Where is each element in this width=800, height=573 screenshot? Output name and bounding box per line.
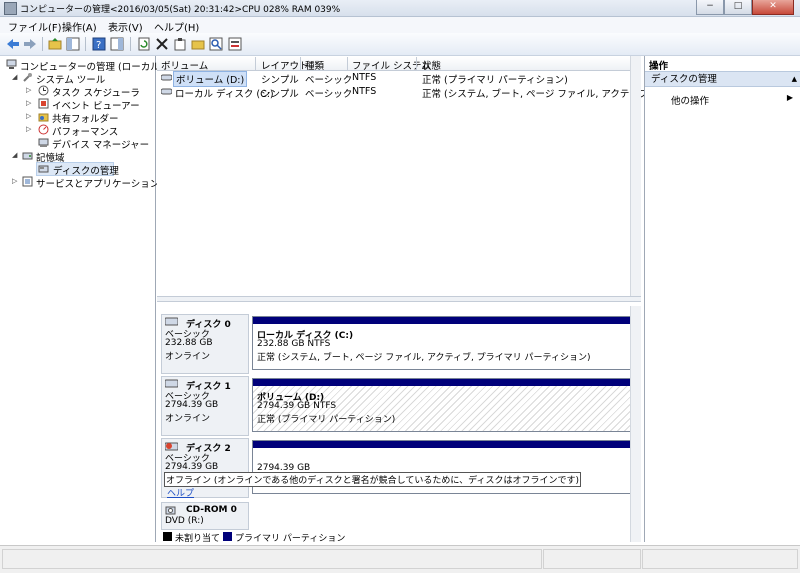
show-hide-tree-icon[interactable] xyxy=(66,37,80,51)
menu-view[interactable]: 表示(V) xyxy=(108,19,143,34)
help-link[interactable]: ヘルプ xyxy=(167,486,194,499)
disk-management-pane: ボリューム レイアウト 種類 ファイル システム 状態 ボリューム (D:) シ… xyxy=(157,56,701,544)
search-icon[interactable] xyxy=(209,37,223,51)
minimize-button[interactable]: − xyxy=(696,0,724,15)
menu-file[interactable]: ファイル(F) xyxy=(8,19,62,34)
window-title: コンピューターの管理<2016/03/05(Sat) 20:31:42>CPU … xyxy=(20,5,341,15)
clock-icon xyxy=(38,85,49,96)
device-manager-icon xyxy=(38,137,49,148)
collapse-arrow-icon[interactable]: ▲ xyxy=(792,72,797,87)
cdrom-info: CD-ROM 0 DVD (R:) xyxy=(161,502,249,530)
collapsed-arrow-icon[interactable]: ▷ xyxy=(26,125,31,133)
volume-list-scrollbar[interactable] xyxy=(630,56,641,296)
disk-0-info: ディスク 0 ベーシック 232.88 GB オンライン xyxy=(161,314,249,374)
status-cell-2 xyxy=(543,549,641,569)
pane-splitter[interactable] xyxy=(157,296,641,302)
tree-root[interactable]: コンピューターの管理 (ローカル) xyxy=(0,59,163,73)
collapsed-arrow-icon[interactable]: ▷ xyxy=(26,86,31,94)
delete-icon[interactable] xyxy=(155,37,169,51)
navigation-tree: コンピューターの管理 (ローカル) ◢ システム ツール ▷ タスク スケジュー… xyxy=(0,56,163,542)
col-volume[interactable]: ボリューム xyxy=(161,58,208,72)
collapsed-arrow-icon[interactable]: ▷ xyxy=(12,177,17,185)
disk-0[interactable]: ディスク 0 ベーシック 232.88 GB オンライン ローカル ディスク (… xyxy=(161,314,634,374)
performance-icon xyxy=(38,124,49,135)
tree-disk-management[interactable]: ディスクの管理 xyxy=(36,162,119,177)
tree-services-apps[interactable]: ▷ サービスとアプリケーション xyxy=(0,176,159,190)
open-icon[interactable] xyxy=(191,37,205,51)
status-cell-3 xyxy=(642,549,798,569)
up-folder-icon[interactable] xyxy=(48,37,62,51)
expanded-arrow-icon[interactable]: ◢ xyxy=(12,151,17,159)
menu-help[interactable]: ヘルプ(H) xyxy=(154,19,199,34)
shared-folder-icon xyxy=(38,111,49,122)
disk-management-icon xyxy=(38,163,49,174)
storage-icon xyxy=(22,150,33,161)
disk-1-info: ディスク 1 ベーシック 2794.39 GB オンライン xyxy=(161,376,249,436)
expanded-arrow-icon[interactable]: ◢ xyxy=(12,73,17,81)
offline-disk-icon xyxy=(164,441,179,451)
partition-c[interactable]: ローカル ディスク (C:) 232.88 GB NTFS 正常 (システム, … xyxy=(252,316,632,370)
submenu-arrow-icon[interactable]: ▶ xyxy=(787,93,793,102)
col-layout[interactable]: レイアウト xyxy=(261,58,309,72)
primary-swatch xyxy=(223,532,232,541)
volume-row[interactable]: ボリューム (D:) シンプル ベーシック NTFS 正常 (プライマリ パーテ… xyxy=(157,71,641,87)
tree-performance[interactable]: ▷ パフォーマンス xyxy=(0,124,154,138)
collapsed-arrow-icon[interactable]: ▷ xyxy=(26,112,31,120)
actions-section-disk-management[interactable]: ディスクの管理 ▲ xyxy=(645,71,800,87)
event-log-icon xyxy=(38,98,49,109)
partition-d[interactable]: ボリューム (D:) 2794.39 GB NTFS 正常 (プライマリ パーテ… xyxy=(252,378,632,432)
col-filesystem[interactable]: ファイル システム xyxy=(352,58,431,72)
tree-task-scheduler[interactable]: ▷ タスク スケジューラ xyxy=(0,85,154,99)
legend: 未割り当て プライマリ パーティション xyxy=(161,531,631,544)
disk-map-scrollbar[interactable] xyxy=(630,306,641,542)
svg-text:?: ? xyxy=(96,40,101,51)
volume-icon xyxy=(160,72,173,83)
actions-pane: 操作 ディスクの管理 ▲ 他の操作 ▶ xyxy=(644,56,800,542)
cdrom-icon xyxy=(165,505,176,516)
cdrom-0[interactable]: CD-ROM 0 DVD (R:) xyxy=(161,502,634,530)
help-icon[interactable]: ? xyxy=(92,37,106,51)
col-status[interactable]: 状態 xyxy=(422,58,441,72)
computer-management-icon xyxy=(4,2,17,15)
offline-tooltip: オフライン (オンラインである他のディスクと署名が競合しているために、ディスクは… xyxy=(164,472,581,487)
computer-icon xyxy=(6,59,17,70)
volume-list-header: ボリューム レイアウト 種類 ファイル システム 状態 xyxy=(157,57,641,72)
collapsed-arrow-icon[interactable]: ▷ xyxy=(26,99,31,107)
menu-bar: ファイル(F) 操作(A) 表示(V) ヘルプ(H) xyxy=(0,17,800,34)
status-cell-main xyxy=(2,549,542,569)
col-type[interactable]: 種類 xyxy=(305,58,324,72)
title-bar: コンピューターの管理<2016/03/05(Sat) 20:31:42>CPU … xyxy=(0,0,800,17)
forward-icon[interactable] xyxy=(23,37,37,51)
back-icon[interactable] xyxy=(6,37,20,51)
tools-icon xyxy=(22,72,33,83)
tree-root-label: コンピューターの管理 (ローカル) xyxy=(20,62,164,73)
close-button[interactable]: ✕ xyxy=(752,0,794,15)
tree-event-viewer[interactable]: ▷ イベント ビューアー xyxy=(0,98,154,112)
volume-icon xyxy=(160,86,173,97)
disk-2[interactable]: ディスク 2 ベーシック 2794.39 GB 2794.39 GB xyxy=(161,438,634,498)
menu-action[interactable]: 操作(A) xyxy=(62,19,97,34)
disk-1[interactable]: ディスク 1 ベーシック 2794.39 GB オンライン ボリューム (D:)… xyxy=(161,376,634,436)
refresh-icon[interactable] xyxy=(137,37,151,51)
tree-system-tools[interactable]: ◢ システム ツール xyxy=(0,72,154,86)
tree-storage[interactable]: ◢ 記憶域 xyxy=(0,150,154,164)
tree-device-manager[interactable]: デバイス マネージャー xyxy=(0,137,154,151)
other-actions[interactable]: 他の操作 xyxy=(671,93,709,107)
properties-pane-icon[interactable] xyxy=(110,37,124,51)
hard-disk-icon xyxy=(164,317,179,326)
maximize-button[interactable]: □ xyxy=(724,0,752,15)
toolbar: ? xyxy=(0,33,800,56)
hard-disk-icon xyxy=(164,379,179,388)
actions-header: 操作 xyxy=(649,61,669,72)
status-bar xyxy=(0,545,800,573)
tree-shared-folders[interactable]: ▷ 共有フォルダー xyxy=(0,111,154,125)
services-icon xyxy=(22,176,33,187)
export-icon[interactable] xyxy=(228,37,242,51)
volume-row[interactable]: ローカル ディスク (C:) シンプル ベーシック NTFS 正常 (システム,… xyxy=(157,85,701,100)
unallocated-swatch xyxy=(163,532,172,541)
properties-icon[interactable] xyxy=(173,37,187,51)
